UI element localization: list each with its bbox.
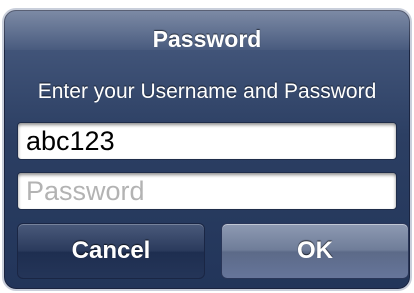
password-alert-dialog: Password Enter your Username and Passwor…: [2, 8, 412, 291]
ok-button[interactable]: OK: [221, 223, 409, 279]
cancel-button[interactable]: Cancel: [17, 223, 205, 279]
password-field[interactable]: [17, 172, 397, 210]
username-field[interactable]: [17, 122, 397, 160]
dialog-title: Password: [152, 26, 262, 52]
dialog-message: Enter your Username and Password: [37, 80, 377, 103]
username-input[interactable]: [26, 125, 396, 157]
screen: Password Enter your Username and Passwor…: [0, 0, 414, 293]
password-input[interactable]: [26, 175, 396, 207]
